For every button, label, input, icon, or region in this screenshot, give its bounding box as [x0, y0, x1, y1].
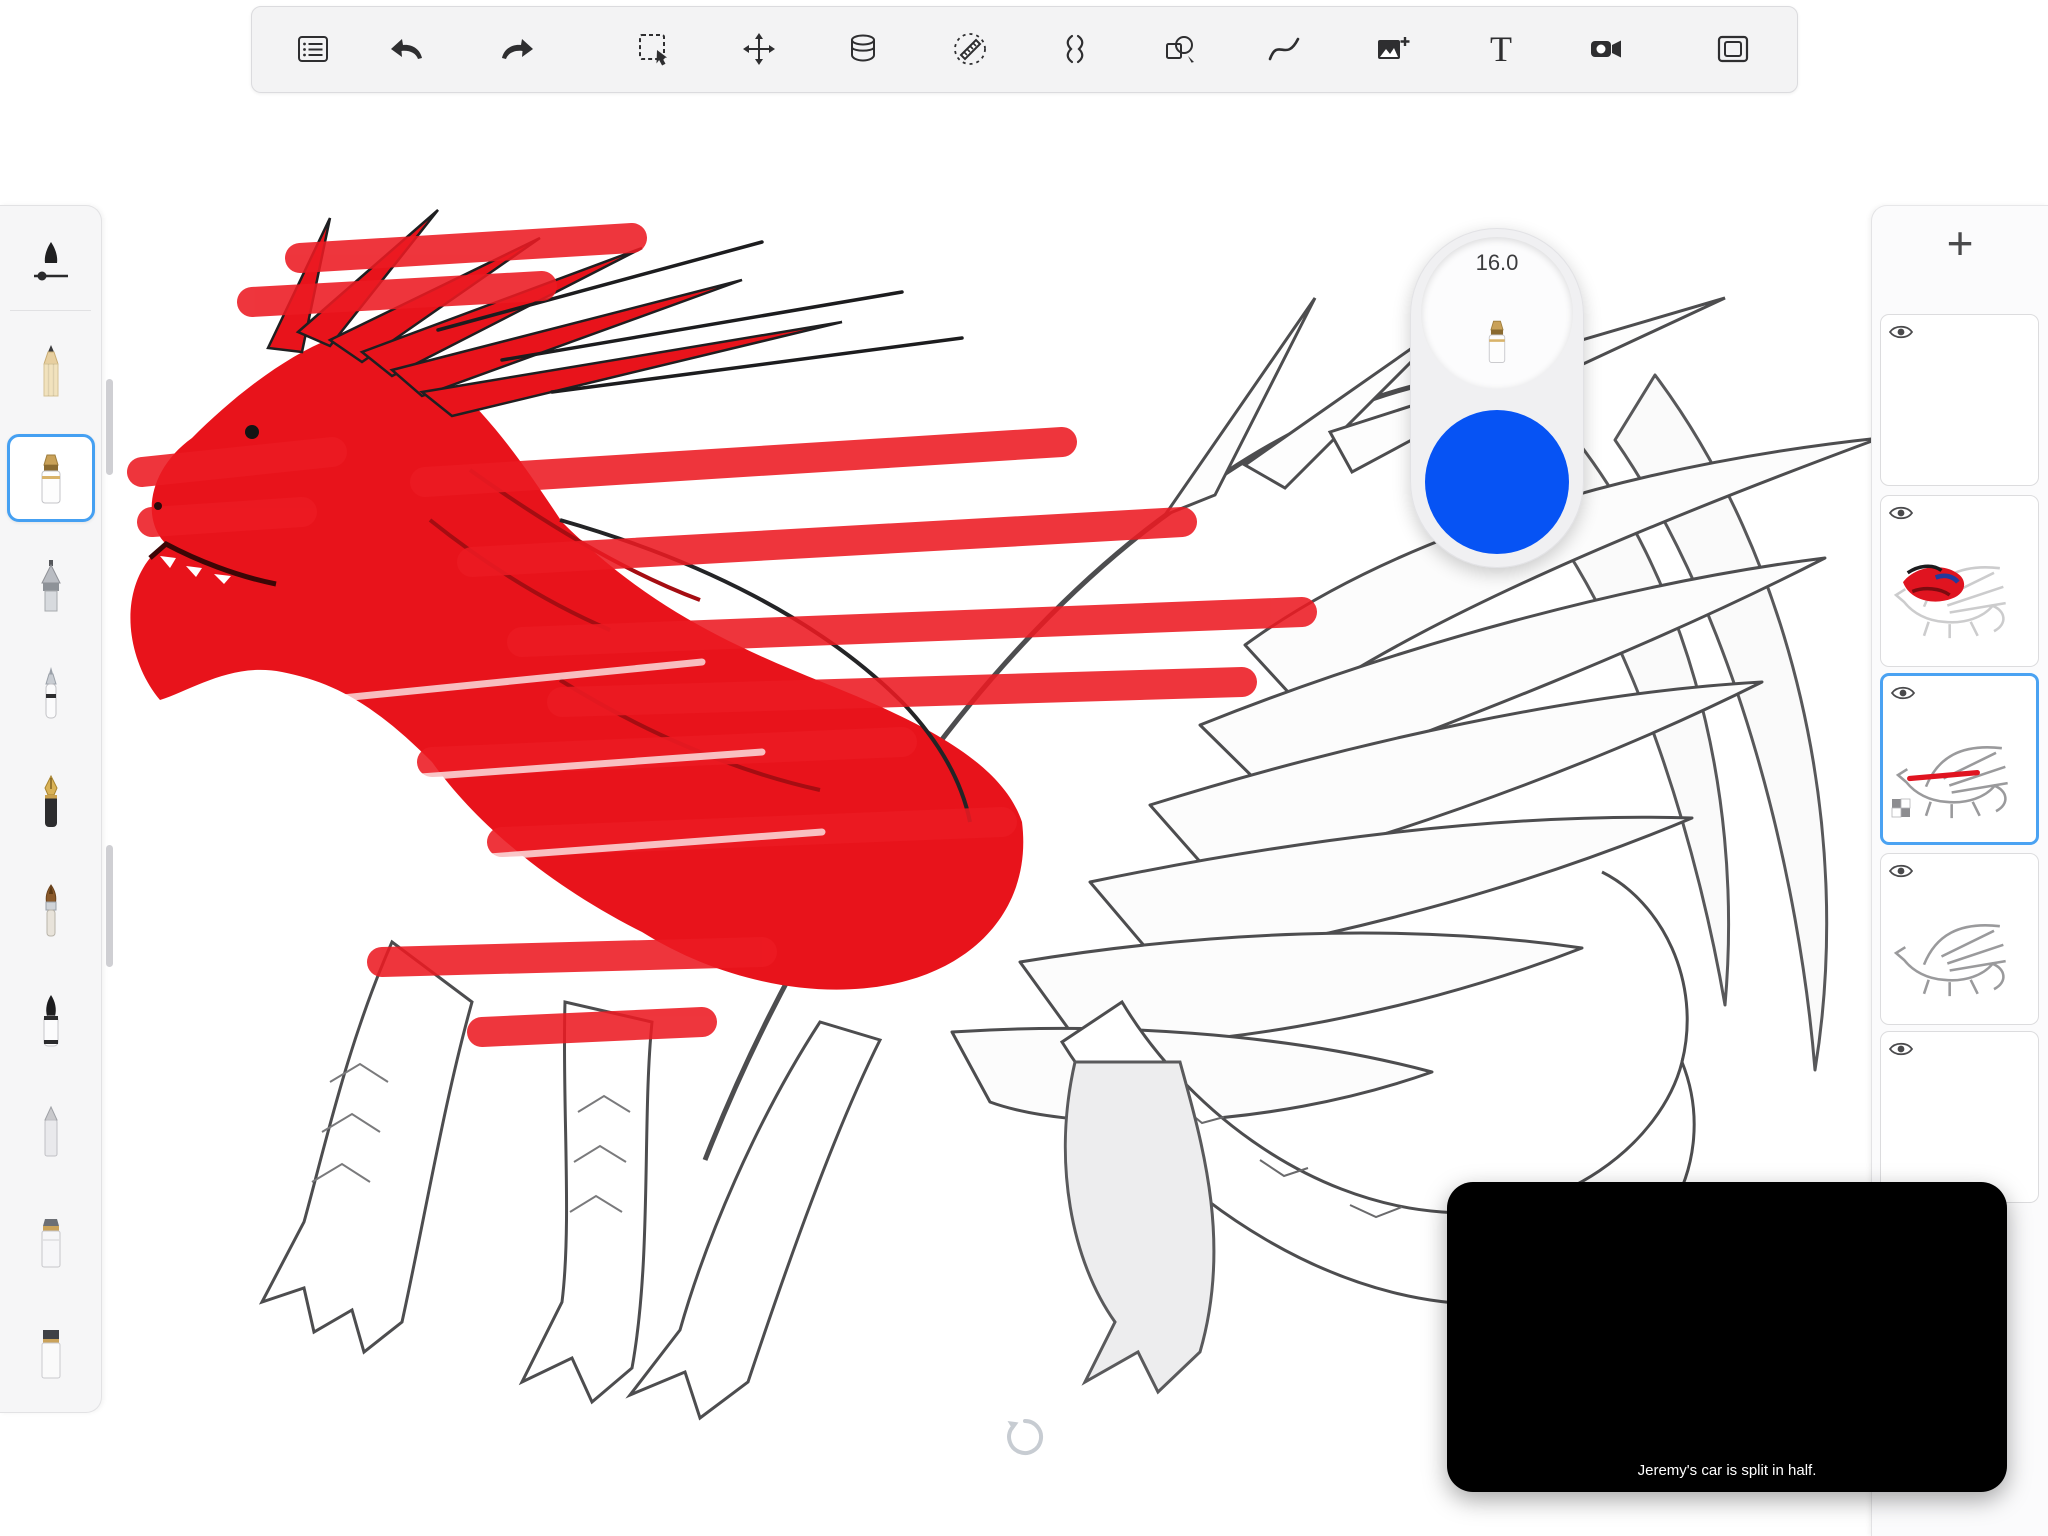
fill-cylinder-icon: [845, 31, 881, 67]
brush-puck[interactable]: 16.0: [1410, 228, 1584, 568]
import-image-button[interactable]: [1369, 25, 1417, 73]
layer-card-1[interactable]: [1880, 1031, 2039, 1203]
stroke-curve-icon: [1266, 31, 1302, 67]
tool-brush-settings[interactable]: [15, 226, 87, 298]
ballpoint-pen-icon: [28, 664, 74, 722]
layer-card-2[interactable]: [1880, 853, 2039, 1025]
symmetry-icon: [1057, 31, 1093, 67]
layer-card-5[interactable]: [1880, 314, 2039, 486]
redo-button[interactable]: [493, 25, 541, 73]
fullscreen-canvas-icon: [1714, 31, 1752, 67]
layout-list-button[interactable]: [289, 25, 337, 73]
transform-move-button[interactable]: [735, 25, 783, 73]
fullscreen-button[interactable]: [1709, 25, 1757, 73]
tool-paintbrush[interactable]: [15, 875, 87, 947]
ink-brush-icon: [28, 992, 74, 1050]
undo-button[interactable]: [383, 25, 431, 73]
tool-palette: [0, 205, 102, 1413]
tool-pencil[interactable]: [15, 335, 87, 407]
layer-visibility-eye-icon[interactable]: [1889, 862, 1913, 880]
layer-visibility-eye-icon[interactable]: [1891, 684, 1915, 702]
flat-marker-icon: [28, 1213, 74, 1271]
camera-button[interactable]: [1582, 25, 1630, 73]
ruler-button[interactable]: [946, 25, 994, 73]
symmetry-button[interactable]: [1051, 25, 1099, 73]
tool-airbrush[interactable]: [15, 550, 87, 622]
layer-card-3-selected[interactable]: [1880, 673, 2039, 845]
tool-fountain-pen[interactable]: [15, 766, 87, 838]
layer-card-4[interactable]: [1880, 495, 2039, 667]
tool-ink-brush[interactable]: [15, 985, 87, 1057]
marker-icon: [28, 449, 74, 507]
palette-scrollbar[interactable]: [106, 845, 113, 967]
text-tool-button[interactable]: T: [1477, 25, 1525, 73]
layer-visibility-eye-icon[interactable]: [1889, 504, 1913, 522]
layout-list-icon: [295, 31, 331, 67]
layer-visibility-eye-icon[interactable]: [1889, 1040, 1913, 1058]
tool-pastel-pencil[interactable]: [15, 1095, 87, 1167]
tool-marker[interactable]: [15, 442, 87, 514]
add-layer-button[interactable]: +: [1872, 220, 2048, 266]
marquee-select-button[interactable]: [630, 25, 678, 73]
layer-thumbnail-lineart: [1889, 892, 2029, 1014]
text-tool-icon: T: [1490, 31, 1512, 67]
pencil-icon: [28, 342, 74, 400]
transform-move-icon: [741, 31, 777, 67]
palette-divider: [10, 310, 91, 311]
chisel-marker-icon: [28, 1324, 74, 1382]
brush-puck-tool-icon: [1477, 316, 1517, 366]
sketch-app-window: { "top_toolbar": { "icons": ["layout-lis…: [0, 0, 2048, 1536]
stroke-button[interactable]: [1260, 25, 1308, 73]
rotate-canvas-icon[interactable]: [1003, 1415, 1047, 1459]
layer-thumbnail-lineart-red: [1891, 714, 2031, 836]
shape-icon: [1161, 31, 1197, 67]
tool-chisel-marker[interactable]: [15, 1317, 87, 1389]
brush-settings-icon: [28, 236, 74, 288]
ruler-icon: [951, 30, 989, 68]
tool-ballpoint-pen[interactable]: [15, 657, 87, 729]
pip-video-overlay[interactable]: Jeremy's car is split in half.: [1447, 1182, 2007, 1492]
layer-visibility-eye-icon[interactable]: [1889, 323, 1913, 341]
fountain-pen-icon: [28, 773, 74, 831]
top-toolbar: T: [251, 6, 1798, 93]
layer-lock-icon: [1891, 798, 1911, 818]
undo-icon: [388, 31, 426, 67]
import-image-icon: [1374, 31, 1412, 67]
redo-icon: [498, 31, 536, 67]
pastel-pencil-icon: [28, 1102, 74, 1160]
shape-button[interactable]: [1155, 25, 1203, 73]
brush-color-swatch[interactable]: [1425, 410, 1569, 554]
airbrush-icon: [28, 557, 74, 615]
layer-thumbnail-scribbles: [1889, 534, 2029, 656]
tool-flat-marker[interactable]: [15, 1206, 87, 1278]
paintbrush-icon: [28, 882, 74, 940]
fill-button[interactable]: [839, 25, 887, 73]
palette-scrollbar[interactable]: [106, 379, 113, 475]
marquee-select-icon: [635, 30, 673, 68]
video-camera-icon: [1587, 31, 1625, 67]
brush-size-value: 16.0: [1410, 250, 1584, 276]
pip-caption: Jeremy's car is split in half.: [1447, 1462, 2007, 1479]
